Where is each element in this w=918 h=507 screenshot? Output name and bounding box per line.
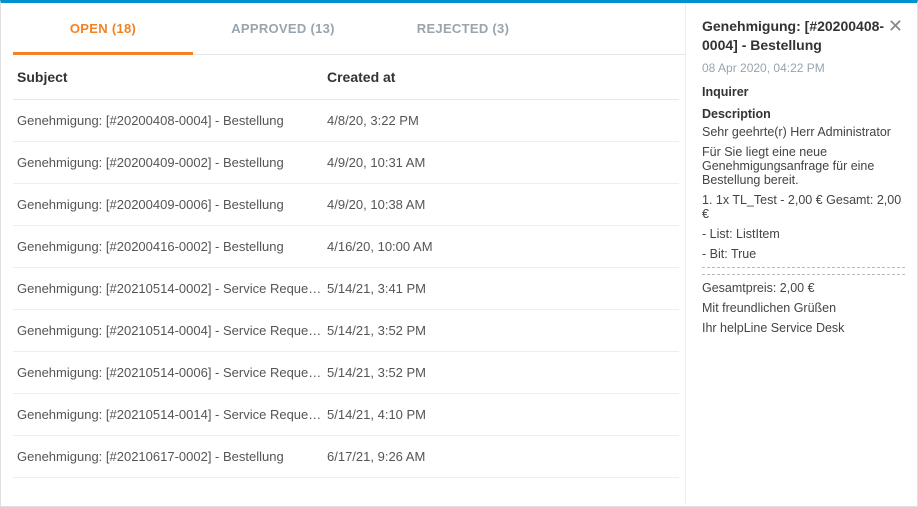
table-scroll-area[interactable]: Subject Created at Genehmigung: [#202004… bbox=[13, 55, 685, 503]
cell-subject: Genehmigung: [#20200408-0004] - Bestellu… bbox=[17, 113, 327, 128]
table-row[interactable]: Genehmigung: [#20210514-0002] - Service … bbox=[13, 268, 679, 310]
detail-greeting: Sehr geehrte(r) Herr Administrator bbox=[702, 125, 905, 139]
detail-timestamp: 08 Apr 2020, 04:22 PM bbox=[702, 61, 905, 75]
left-pane: OPEN (18) APPROVED (13) REJECTED (3) Sub… bbox=[1, 3, 685, 503]
cell-created: 5/14/21, 4:10 PM bbox=[327, 407, 671, 422]
detail-title: Genehmigung: [#20200408-0004] - Bestellu… bbox=[702, 17, 886, 55]
cell-subject: Genehmigung: [#20210514-0004] - Service … bbox=[17, 323, 327, 338]
inquirer-label: Inquirer bbox=[702, 85, 905, 99]
detail-body: Sehr geehrte(r) Herr Administrator Für S… bbox=[702, 125, 905, 335]
table-row[interactable]: Genehmigung: [#20200416-0002] - Bestellu… bbox=[13, 226, 679, 268]
detail-pane: Genehmigung: [#20200408-0004] - Bestellu… bbox=[685, 3, 917, 503]
detail-item-bit: - Bit: True bbox=[702, 247, 905, 261]
detail-item-line: 1. 1x TL_Test - 2,00 € Gesamt: 2,00 € bbox=[702, 193, 905, 221]
cell-created: 5/14/21, 3:52 PM bbox=[327, 365, 671, 380]
table-row[interactable]: Genehmigung: [#20210514-0004] - Service … bbox=[13, 310, 679, 352]
table-row[interactable]: Genehmigung: [#20200408-0004] - Bestellu… bbox=[13, 100, 679, 142]
cell-subject: Genehmigung: [#20200416-0002] - Bestellu… bbox=[17, 239, 327, 254]
table-row[interactable]: Genehmigung: [#20200409-0002] - Bestellu… bbox=[13, 142, 679, 184]
cell-subject: Genehmigung: [#20210617-0002] - Bestellu… bbox=[17, 449, 327, 464]
cell-created: 4/9/20, 10:31 AM bbox=[327, 155, 671, 170]
cell-created: 4/8/20, 3:22 PM bbox=[327, 113, 671, 128]
table-row[interactable]: Genehmigung: [#20210514-0006] - Service … bbox=[13, 352, 679, 394]
close-button[interactable]: ✕ bbox=[886, 17, 905, 35]
cell-created: 4/16/20, 10:00 AM bbox=[327, 239, 671, 254]
app-container: OPEN (18) APPROVED (13) REJECTED (3) Sub… bbox=[1, 3, 917, 503]
close-icon: ✕ bbox=[888, 16, 903, 36]
description-label: Description bbox=[702, 107, 905, 121]
column-header-subject[interactable]: Subject bbox=[17, 69, 327, 85]
cell-created: 5/14/21, 3:52 PM bbox=[327, 323, 671, 338]
tab-label: OPEN (18) bbox=[70, 21, 136, 36]
cell-subject: Genehmigung: [#20200409-0006] - Bestellu… bbox=[17, 197, 327, 212]
cell-created: 5/14/21, 3:41 PM bbox=[327, 281, 671, 296]
table-row[interactable]: Genehmigung: [#20200409-0006] - Bestellu… bbox=[13, 184, 679, 226]
cell-created: 4/9/20, 10:38 AM bbox=[327, 197, 671, 212]
detail-closing: Mit freundlichen Grüßen bbox=[702, 301, 905, 315]
cell-subject: Genehmigung: [#20210514-0014] - Service … bbox=[17, 407, 327, 422]
cell-created: 6/17/21, 9:26 AM bbox=[327, 449, 671, 464]
tab-rejected[interactable]: REJECTED (3) bbox=[373, 3, 553, 54]
detail-header: Genehmigung: [#20200408-0004] - Bestellu… bbox=[702, 17, 905, 55]
column-header-created[interactable]: Created at bbox=[327, 69, 671, 85]
detail-signature: Ihr helpLine Service Desk bbox=[702, 321, 905, 335]
table-row[interactable]: Genehmigung: [#20210617-0002] - Bestellu… bbox=[13, 436, 679, 478]
cell-subject: Genehmigung: [#20210514-0002] - Service … bbox=[17, 281, 327, 296]
detail-intro: Für Sie liegt eine neue Genehmigungsanfr… bbox=[702, 145, 905, 187]
table-row[interactable]: Genehmigung: [#20210514-0014] - Service … bbox=[13, 394, 679, 436]
tab-label: APPROVED (13) bbox=[231, 21, 335, 36]
separator-icon bbox=[702, 274, 905, 275]
detail-total: Gesamtpreis: 2,00 € bbox=[702, 281, 905, 295]
tab-open[interactable]: OPEN (18) bbox=[13, 3, 193, 54]
cell-subject: Genehmigung: [#20200409-0002] - Bestellu… bbox=[17, 155, 327, 170]
tab-label: REJECTED (3) bbox=[417, 21, 509, 36]
table-body: Genehmigung: [#20200408-0004] - Bestellu… bbox=[13, 100, 679, 478]
tab-approved[interactable]: APPROVED (13) bbox=[193, 3, 373, 54]
cell-subject: Genehmigung: [#20210514-0006] - Service … bbox=[17, 365, 327, 380]
detail-item-list: - List: ListItem bbox=[702, 227, 905, 241]
separator-icon bbox=[702, 267, 905, 268]
tab-bar: OPEN (18) APPROVED (13) REJECTED (3) bbox=[13, 3, 685, 55]
table-header: Subject Created at bbox=[13, 55, 679, 100]
